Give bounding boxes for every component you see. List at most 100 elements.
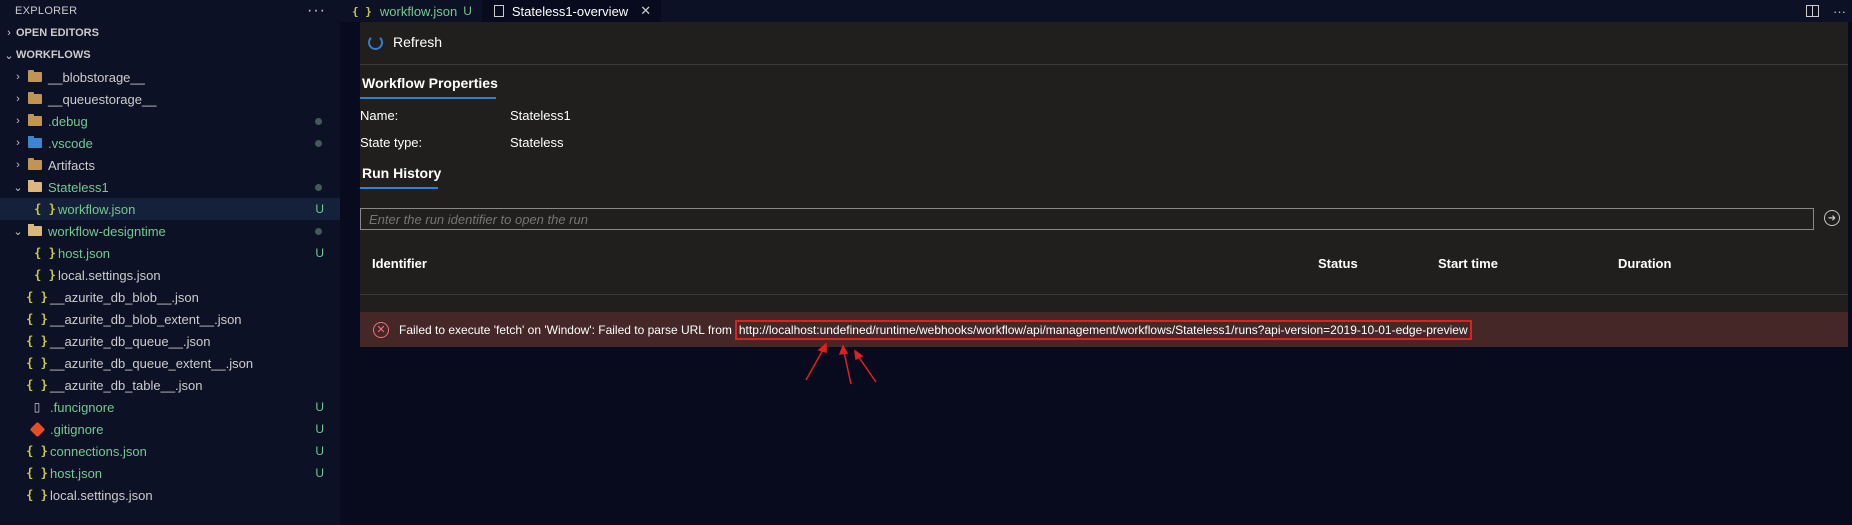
split-editor-icon[interactable] (1806, 5, 1819, 17)
refresh-button[interactable]: Refresh (368, 34, 442, 50)
chevron-right-icon: › (16, 137, 20, 149)
tree-file-local-settings[interactable]: { } local.settings.json (0, 264, 340, 286)
tree-item-label: __azurite_db_blob__.json (50, 289, 199, 305)
tree-folder-debug[interactable]: › .debug (0, 110, 340, 132)
column-header-start-time[interactable]: Start time (1438, 256, 1498, 271)
tree-file-connections-json[interactable]: { } connections.json U (0, 440, 340, 462)
folder-icon (26, 158, 44, 170)
annotation-arrowhead (838, 344, 849, 355)
tree-file-host-json[interactable]: { } host.json U (0, 242, 340, 264)
chevron-right-icon: › (16, 115, 20, 127)
error-url-highlight: http://localhost:undefined/runtime/webho… (734, 319, 1472, 340)
run-identifier-input[interactable] (360, 208, 1814, 230)
run-history-title: Run History (362, 165, 442, 181)
tree-file-azurite-blob-extent[interactable]: { } __azurite_db_blob_extent__.json (0, 308, 340, 330)
overview-panel: Refresh Workflow Properties Name: Statel… (360, 22, 1848, 347)
workflows-section[interactable]: ⌄ WORKFLOWS (0, 44, 340, 66)
untracked-badge: U (315, 202, 324, 216)
tree-folder-vscode[interactable]: › .vscode (0, 132, 340, 154)
annotation-arrow (805, 347, 825, 381)
chevron-right-icon: › (7, 27, 11, 39)
json-file-icon: { } (352, 4, 372, 18)
tree-item-label: Stateless1 (48, 179, 109, 195)
arrow-right-circle-icon[interactable]: ➜ (1824, 210, 1840, 226)
chevron-down-icon: ⌄ (13, 181, 23, 194)
chevron-right-icon: › (16, 71, 20, 83)
tree-folder-queuestorage[interactable]: › __queuestorage__ (0, 88, 340, 110)
open-editors-section[interactable]: › OPEN EDITORS (0, 22, 340, 44)
tree-item-label: __azurite_db_queue__.json (50, 333, 211, 349)
git-icon (28, 421, 46, 437)
refresh-label: Refresh (393, 34, 443, 50)
tab-stateless1-overview[interactable]: Stateless1-overview ✕ (481, 0, 662, 22)
explorer-header: EXPLORER ··· (0, 0, 340, 22)
modified-dot-icon (315, 139, 322, 147)
tree-folder-blobstorage[interactable]: › __blobstorage__ (0, 66, 340, 88)
tree-item-label: .funcignore (50, 399, 115, 415)
tree-item-label: host.json (58, 245, 111, 261)
table-divider (360, 294, 1848, 295)
editor-actions: ··· (1806, 0, 1852, 22)
tree-file-azurite-queue-extent[interactable]: { } __azurite_db_queue_extent__.json (0, 352, 340, 374)
tree-file-azurite-queue[interactable]: { } __azurite_db_queue__.json (0, 330, 340, 352)
untracked-badge: U (315, 400, 324, 414)
tree-folder-artifacts[interactable]: › Artifacts (0, 154, 340, 176)
tree-file-azurite-blob[interactable]: { } __azurite_db_blob__.json (0, 286, 340, 308)
more-actions-icon[interactable]: ··· (1833, 4, 1846, 19)
json-file-icon: { } (26, 466, 48, 480)
tree-file-workflow-json[interactable]: { } workflow.json U (0, 198, 340, 220)
untracked-badge: U (463, 4, 472, 18)
modified-dot-icon (315, 117, 322, 125)
file-icon (493, 5, 504, 17)
tree-file-root-local-settings[interactable]: { } local.settings.json (0, 484, 340, 506)
untracked-badge: U (315, 466, 324, 480)
untracked-badge: U (315, 444, 324, 458)
tab-workflow-json[interactable]: { } workflow.json U (340, 0, 482, 22)
tree-file-root-host-json[interactable]: { } host.json U (0, 462, 340, 484)
json-file-icon: { } (26, 356, 48, 370)
error-icon: ✕ (373, 321, 389, 338)
tree-file-azurite-table[interactable]: { } __azurite_db_table__.json (0, 374, 340, 396)
annotation-arrow (843, 351, 852, 385)
chevron-right-icon: › (16, 159, 20, 171)
explorer-title: EXPLORER (15, 5, 78, 17)
tree-item-label: local.settings.json (58, 267, 161, 283)
tree-item-label: __azurite_db_queue_extent__.json (50, 355, 254, 371)
section-underline (360, 187, 438, 189)
state-type-label: State type: (360, 135, 423, 150)
json-file-icon: { } (26, 378, 48, 392)
column-header-status[interactable]: Status (1318, 256, 1358, 271)
tree-file-funcignore[interactable]: ▯ .funcignore U (0, 396, 340, 418)
json-file-icon: { } (34, 202, 56, 216)
folder-icon (26, 114, 44, 126)
tree-item-label: local.settings.json (50, 487, 153, 503)
vscode-folder-icon (26, 136, 44, 148)
workflows-label: WORKFLOWS (16, 49, 91, 61)
close-icon[interactable]: ✕ (640, 3, 651, 19)
tree-item-label: connections.json (50, 443, 147, 459)
file-icon: ▯ (33, 400, 41, 414)
chevron-down-icon: ⌄ (4, 49, 14, 62)
more-actions-icon[interactable]: ··· (307, 3, 326, 19)
annotation-arrows (805, 342, 877, 385)
annotation-arrow (857, 355, 877, 383)
column-header-identifier[interactable]: Identifier (372, 256, 427, 271)
untracked-badge: U (315, 246, 324, 260)
toolbar-divider (360, 64, 1848, 65)
tree-item-label: workflow-designtime (48, 223, 166, 239)
tree-item-label: workflow.json (58, 201, 136, 217)
column-header-duration[interactable]: Duration (1618, 256, 1671, 271)
folder-open-icon (26, 224, 44, 236)
editor-tab-bar: { } workflow.json U Stateless1-overview … (340, 0, 1852, 22)
refresh-icon (368, 34, 383, 50)
open-editors-label: OPEN EDITORS (16, 27, 99, 39)
json-file-icon: { } (34, 268, 56, 282)
tree-folder-workflow-designtime[interactable]: ⌄ workflow-designtime (0, 220, 340, 242)
error-message: Failed to execute 'fetch' on 'Window': F… (399, 322, 732, 337)
tree-item-label: host.json (50, 465, 103, 481)
tree-item-label: __azurite_db_blob_extent__.json (50, 311, 242, 327)
name-label: Name: (360, 108, 399, 123)
tree-folder-stateless1[interactable]: ⌄ Stateless1 (0, 176, 340, 198)
tree-file-gitignore[interactable]: .gitignore U (0, 418, 340, 440)
tree-item-label: Artifacts (48, 157, 95, 173)
